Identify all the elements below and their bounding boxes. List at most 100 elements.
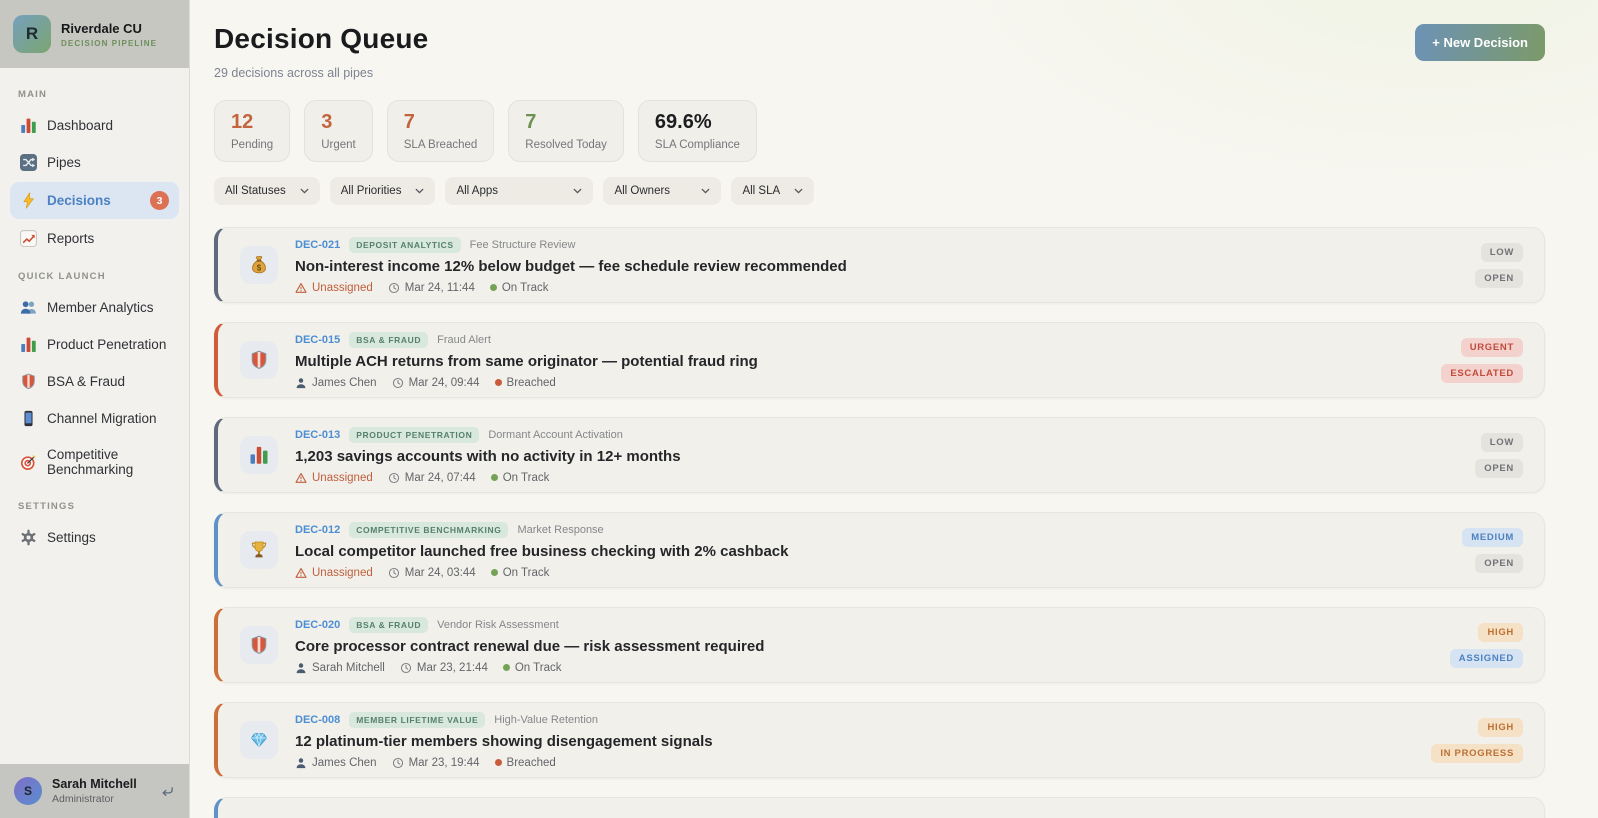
sidebar-item-dashboard[interactable]: Dashboard — [10, 108, 179, 143]
decision-title[interactable]: Local competitor launched free business … — [295, 543, 1444, 561]
filter-all-owners[interactable]: All Owners — [603, 177, 722, 205]
sidebar-item-pipes[interactable]: Pipes — [10, 145, 179, 180]
chevron-down-icon — [701, 188, 710, 194]
decision-id[interactable]: DEC-015 — [295, 334, 340, 346]
decision-card[interactable]: DEC-015 BSA & FRAUD Fraud Alert Multiple AC… — [214, 322, 1545, 398]
stat-label: SLA Compliance — [654, 139, 740, 151]
decision-id[interactable]: DEC-013 — [295, 429, 340, 441]
timestamp-label: Mar 24, 03:44 — [404, 566, 476, 579]
stat-card-sla-breached: 7 SLA Breached — [386, 100, 495, 162]
sidebar-item-channel-migration[interactable]: Channel Migration — [10, 401, 179, 436]
pipe-tag: BSA & FRAUD — [349, 331, 429, 348]
decision-id[interactable]: DEC-021 — [295, 239, 340, 251]
decision-title[interactable]: 1,203 savings accounts with no activity … — [295, 448, 1457, 466]
sidebar-item-decisions[interactable]: Decisions 3 — [10, 182, 179, 219]
filter-label: All Owners — [614, 185, 671, 197]
stat-value: 7 — [525, 111, 537, 133]
clock-icon — [388, 282, 400, 294]
sidebar: R Riverdale CU DECISION PIPELINE MAIN Das… — [0, 0, 190, 818]
sidebar-item-settings[interactable]: Settings — [10, 520, 179, 555]
timestamp: Mar 23, 19:44 — [392, 757, 480, 769]
timestamp: Mar 24, 11:44 — [388, 282, 475, 294]
gem-icon — [249, 730, 269, 750]
decision-title[interactable]: Multiple ACH returns from same originato… — [295, 353, 1423, 371]
timestamp: Mar 24, 07:44 — [388, 472, 476, 484]
decision-id[interactable]: DEC-020 — [295, 619, 340, 631]
decision-card[interactable]: DEC-008 MEMBER LIFETIME VALUE High-Value R… — [214, 702, 1545, 778]
new-decision-button[interactable]: + New Decision — [1415, 24, 1545, 61]
owner: James Chen — [295, 757, 377, 769]
decision-title[interactable]: 12 platinum-tier members showing disenga… — [295, 733, 1413, 751]
sla-label: On Track — [501, 281, 549, 294]
owner: Unassigned — [295, 282, 373, 294]
status-badge: ASSIGNED — [1449, 648, 1523, 668]
owner-label: Unassigned — [312, 281, 373, 294]
sla-label: Breached — [506, 376, 556, 389]
timestamp: Mar 24, 03:44 — [388, 567, 476, 579]
decision-card-header: DEC-021 DEPOSIT ANALYTICS Fee Structure Re… — [295, 236, 1457, 253]
filter-all-statuses[interactable]: All Statuses — [214, 177, 320, 205]
filter-all-sla[interactable]: All SLA — [731, 177, 815, 205]
decision-card-body: DEC-020 BSA & FRAUD Vendor Risk Assessment… — [295, 616, 1432, 674]
status-badge: IN PROGRESS — [1431, 743, 1523, 763]
decision-card-body: DEC-021 DEPOSIT ANALYTICS Fee Structure Re… — [295, 236, 1457, 294]
person-icon — [295, 757, 307, 769]
pipe-tag: MEMBER LIFETIME VALUE — [349, 711, 486, 728]
decision-card[interactable]: DEC-013 PRODUCT PENETRATION Dormant Accoun… — [214, 417, 1545, 493]
pipes-icon — [20, 154, 37, 171]
decision-meta: Unassigned Mar 24, 07:44 On Track — [295, 472, 1457, 484]
timestamp-label: Mar 23, 19:44 — [408, 756, 480, 769]
decision-card-header: DEC-013 PRODUCT PENETRATION Dormant Accoun… — [295, 426, 1457, 443]
decision-meta: Unassigned Mar 24, 03:44 On Track — [295, 567, 1444, 579]
sla-dot — [490, 569, 498, 576]
filter-label: All Statuses — [225, 185, 286, 197]
decision-card-body: DEC-012 COMPETITIVE BENCHMARKING Market Re… — [295, 521, 1444, 579]
sla-status: On Track — [489, 281, 549, 294]
warning-icon — [295, 567, 307, 579]
timestamp: Mar 24, 09:44 — [392, 377, 480, 389]
chart-up-icon — [20, 230, 37, 247]
filter-all-apps[interactable]: All Apps — [445, 177, 594, 205]
decision-title[interactable]: Core processor contract renewal due — ri… — [295, 638, 1432, 656]
sidebar-item-competitive-benchmarking[interactable]: Competitive Benchmarking — [10, 438, 179, 486]
decision-category: Fee Structure Review — [469, 238, 576, 251]
priority-badge: LOW — [1480, 432, 1523, 452]
status-badge: OPEN — [1475, 268, 1523, 288]
decision-id[interactable]: DEC-012 — [295, 524, 340, 536]
shield-icon — [20, 373, 37, 390]
chevron-down-icon — [300, 188, 309, 194]
decision-card[interactable]: DEC-020 BSA & FRAUD Vendor Risk Assessment… — [214, 607, 1545, 683]
sidebar-item-label: Competitive Benchmarking — [47, 447, 134, 477]
stat-card-urgent: 3 Urgent — [304, 100, 373, 162]
sla-dot — [490, 474, 498, 481]
stat-label: Pending — [231, 139, 274, 151]
decision-card[interactable]: DEC-012 COMPETITIVE BENCHMARKING Market Re… — [214, 512, 1545, 588]
card-icon-box — [240, 341, 278, 379]
sidebar-item-member-analytics[interactable]: Member Analytics — [10, 290, 179, 325]
stat-card-pending: 12 Pending — [214, 100, 291, 162]
priority-badge: URGENT — [1460, 337, 1523, 357]
sidebar-item-bsa-fraud[interactable]: BSA & Fraud — [10, 364, 179, 399]
decision-category: Fraud Alert — [437, 333, 491, 346]
filter-label: All SLA — [742, 185, 781, 197]
decision-card[interactable] — [214, 797, 1545, 818]
pipe-tag: PRODUCT PENETRATION — [349, 426, 480, 443]
decision-badges: LOW OPEN — [1475, 242, 1523, 288]
decision-card[interactable]: $ DEC-021 DEPOSIT ANALYTICS Fee Structure R… — [214, 227, 1545, 303]
decision-id[interactable]: DEC-008 — [295, 714, 340, 726]
decision-category: High-Value Retention — [494, 713, 598, 726]
card-icon-box — [240, 531, 278, 569]
user-footer[interactable]: S Sarah Mitchell Administrator — [0, 764, 189, 818]
return-arrow-icon[interactable] — [160, 785, 175, 798]
stats-row: 12 Pending 3 Urgent 7 SLA Breached 7 Resolved T… — [214, 100, 1545, 162]
org-brand: R Riverdale CU DECISION PIPELINE — [0, 0, 189, 68]
decision-title[interactable]: Non-interest income 12% below budget — f… — [295, 258, 1457, 276]
card-icon-box — [240, 436, 278, 474]
sidebar-item-reports[interactable]: Reports — [10, 221, 179, 256]
people-icon — [20, 299, 37, 316]
sidebar-item-product-penetration[interactable]: Product Penetration — [10, 327, 179, 362]
status-badge: OPEN — [1475, 458, 1523, 478]
owner: Unassigned — [295, 567, 373, 579]
filter-all-priorities[interactable]: All Priorities — [329, 177, 436, 205]
sidebar-item-label: Reports — [47, 231, 95, 246]
